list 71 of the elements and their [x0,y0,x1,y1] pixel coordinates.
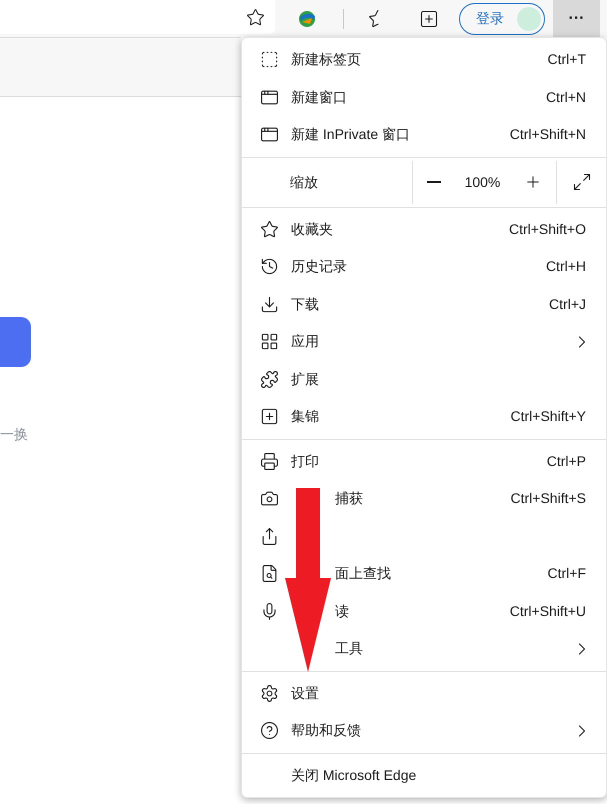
menu-label: 缩放 [290,172,318,192]
menu-item[interactable]: 打印 Ctrl+P [242,442,606,480]
menu-item[interactable]: 新建 InPrivate 窗口 Ctrl+Shift+N [242,116,606,154]
menu-item[interactable]: 新建标签页 Ctrl+T [242,41,606,78]
menu-item[interactable]: 捕获 Ctrl+Shift+S [242,480,606,518]
shortcut-text: Ctrl+Shift+S [510,489,586,508]
help-icon [260,721,278,740]
shortcut-text: Ctrl+P [546,452,586,471]
menu-label: 应用 [291,332,319,352]
star-icon [260,220,278,239]
menu-item[interactable]: 关闭 Microsoft Edge [242,756,606,794]
find-page-icon [260,564,278,584]
share-icon [260,526,278,546]
menu-item[interactable]: 应用 [242,323,606,360]
menu-label: 工具 [335,639,363,658]
menu-label: 新建标签页 [291,50,361,70]
shortcut-text: Ctrl+H [546,257,586,276]
shortcut-text: Ctrl+J [549,294,586,314]
menu-label: 捕获 [335,489,363,508]
menu-label: 关闭 Microsoft Edge [291,766,416,785]
collections-icon[interactable] [419,8,439,28]
menu-label: 历史记录 [291,257,347,276]
collections-icon [260,407,278,426]
add-favorite-icon[interactable] [246,8,265,26]
menu-item[interactable]: 历史记录 Ctrl+H [242,248,606,286]
menu-label: 集锦 [291,407,319,426]
expand-icon [572,172,592,192]
shortcut-text: Ctrl+T [548,50,586,70]
tab-icon [260,50,278,70]
menu-label: 面上查找 [335,564,391,584]
shortcut-text: Ctrl+Shift+O [508,220,586,239]
menu-label: 扩展 [291,370,319,389]
menu-item[interactable]: 帮助和反馈 [242,712,606,750]
menu-item[interactable]: 下载 Ctrl+J [242,286,606,323]
shortcut-text: Ctrl+Shift+Y [510,407,586,426]
zoom-level: 100% [464,172,500,192]
menu-item[interactable]: 收藏夹 Ctrl+Shift+O [242,210,606,248]
shortcut-text: Ctrl+N [546,88,586,107]
printer-icon [260,452,278,471]
menu-item[interactable]: 扩展 [242,360,606,398]
menu-label: 下载 [291,294,319,314]
minus-icon [426,181,441,183]
page-button[interactable] [0,317,31,367]
settings-icon [260,684,278,703]
menu-label: 打印 [291,452,319,471]
download-icon [260,294,278,314]
apps-icon [260,332,278,352]
menu-label: 读 [335,602,349,621]
menu-label: 新建 InPrivate 窗口 [291,125,410,144]
menu-label: 设置 [291,684,319,703]
avatar-icon [517,6,541,30]
menu-item[interactable]: 读 Ctrl+Shift+U [242,592,606,630]
camera-icon [260,489,278,508]
shortcut-text: Ctrl+F [548,564,586,584]
menu-label: 帮助和反馈 [291,721,361,740]
menu-item[interactable]: 集锦 Ctrl+Shift+Y [242,398,606,436]
menu-item[interactable]: 新建窗口 Ctrl+N [242,78,606,116]
more-button[interactable]: ··· [553,0,600,37]
globe-icon[interactable] [296,8,318,28]
login-button[interactable]: 登录 [459,2,545,34]
menu-item[interactable]: 面上查找 Ctrl+F [242,555,606,592]
menu-item[interactable]: 设置 [242,674,606,712]
window-icon [260,88,278,107]
puzzle-icon [260,370,278,389]
private-window-icon [260,125,278,144]
history-icon [260,257,278,276]
menu-label: 新建窗口 [291,88,347,107]
menu-label: 收藏夹 [291,220,333,239]
menu-item[interactable]: 工具 [242,630,606,668]
shortcut-text: Ctrl+Shift+N [510,125,586,144]
shortcut-text: Ctrl+Shift+U [510,602,586,621]
